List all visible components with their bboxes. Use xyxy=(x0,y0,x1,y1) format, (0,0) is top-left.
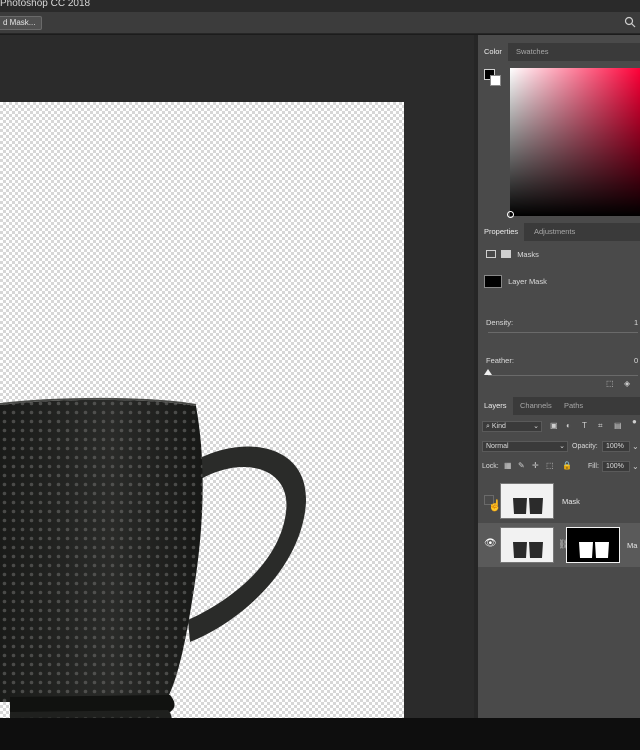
layer-row[interactable]: ☝ Mask xyxy=(478,479,640,523)
chevron-down-icon: ⌄ xyxy=(559,443,565,450)
document-canvas[interactable] xyxy=(0,102,404,742)
lock-artboard-icon[interactable]: ⬚ xyxy=(546,461,554,471)
masks-heading-row: Masks xyxy=(486,249,640,259)
density-value[interactable]: 1 xyxy=(634,318,640,327)
tab-color[interactable]: Color xyxy=(478,43,508,61)
layer-mask-thumbnail[interactable] xyxy=(566,527,620,563)
filter-kind-value: Kind xyxy=(491,423,506,430)
opacity-field[interactable]: 100% xyxy=(602,441,630,452)
tab-paths[interactable]: Paths xyxy=(558,397,589,415)
tab-adjustments[interactable]: Adjustments xyxy=(528,223,581,241)
filter-shape-icon[interactable]: ⌗ xyxy=(598,421,603,431)
status-bar xyxy=(0,718,640,750)
lock-position-icon[interactable]: ✛ xyxy=(532,461,539,471)
feather-slider[interactable] xyxy=(488,375,638,376)
chevron-down-icon: ⌄ xyxy=(533,423,539,430)
lock-label: Lock: xyxy=(482,463,499,470)
load-selection-icon[interactable]: ⬚ xyxy=(606,379,614,389)
layer-thumbnail[interactable] xyxy=(500,483,554,519)
layer-mask-row: Layer Mask xyxy=(484,275,640,288)
apply-mask-icon[interactable]: ◈ xyxy=(624,379,630,389)
eye-icon[interactable]: 👁 xyxy=(484,539,497,549)
lock-all-icon[interactable]: 🔒 xyxy=(562,461,572,471)
layer-thumbnail[interactable] xyxy=(500,527,554,563)
layer-name[interactable]: Mask xyxy=(562,497,580,506)
fg-bg-swatches[interactable] xyxy=(484,69,504,89)
feather-label: Feather: xyxy=(486,356,514,365)
filter-toggle-icon[interactable]: ● xyxy=(632,417,637,427)
filter-type-icon[interactable]: T xyxy=(582,421,587,431)
search-icon[interactable] xyxy=(624,16,636,28)
opacity-label: Opacity: xyxy=(572,443,598,450)
background-color-swatch[interactable] xyxy=(490,75,501,86)
layer-row-selected[interactable]: 👁 ⛓ Ma xyxy=(478,523,640,567)
title-bar: Photoshop CC 2018 xyxy=(0,0,640,12)
properties-panel-tabs: Properties Adjustments xyxy=(478,223,640,241)
right-panels: Color Swatches Properties Adjustments Ma… xyxy=(478,35,640,726)
document-workspace xyxy=(0,35,474,742)
fill-field[interactable]: 100% xyxy=(602,461,630,472)
mug-image xyxy=(0,397,307,742)
lock-transparent-icon[interactable]: ▦ xyxy=(504,461,512,471)
filter-search-icon: ⌕ xyxy=(486,423,490,430)
layers-panel-tabs: Layers Channels Paths xyxy=(478,397,640,415)
app-title: Photoshop CC 2018 xyxy=(0,0,91,9)
filter-smart-object-icon[interactable]: ▤ xyxy=(614,421,622,431)
vector-mask-icon[interactable] xyxy=(501,250,512,259)
properties-heading: Masks xyxy=(517,249,539,259)
feather-slider-knob[interactable] xyxy=(484,369,492,375)
filter-pixel-icon[interactable]: ▣ xyxy=(550,421,558,431)
tab-channels[interactable]: Channels xyxy=(514,397,558,415)
options-bar: d Mask... xyxy=(0,12,640,34)
chevron-down-icon[interactable]: ⌄ xyxy=(632,462,639,472)
color-picker-knob[interactable] xyxy=(507,211,514,218)
select-and-mask-button[interactable]: d Mask... xyxy=(0,16,43,30)
layer-mask-thumb xyxy=(484,275,502,288)
chevron-down-icon[interactable]: ⌄ xyxy=(632,442,639,452)
tab-swatches[interactable]: Swatches xyxy=(510,43,555,61)
lock-image-icon[interactable]: ✎ xyxy=(518,461,525,471)
blend-mode-select[interactable]: Normal ⌄ xyxy=(482,441,568,452)
tab-layers[interactable]: Layers xyxy=(478,397,513,415)
density-label: Density: xyxy=(486,318,514,327)
layer-filter-select[interactable]: ⌕ Kind ⌄ xyxy=(482,421,542,432)
tab-properties[interactable]: Properties xyxy=(478,223,525,241)
feather-value[interactable]: 0 xyxy=(634,356,640,365)
blend-mode-value: Normal xyxy=(486,443,509,450)
density-slider[interactable] xyxy=(488,332,638,333)
mask-type-label: Layer Mask xyxy=(508,277,547,286)
layer-name[interactable]: Ma xyxy=(627,541,637,550)
pixel-mask-icon[interactable] xyxy=(486,250,496,259)
filter-adjustment-icon[interactable]: ◐ xyxy=(566,421,571,431)
color-picker-field[interactable] xyxy=(507,68,640,218)
color-panel-tabs: Color Swatches xyxy=(478,43,640,61)
